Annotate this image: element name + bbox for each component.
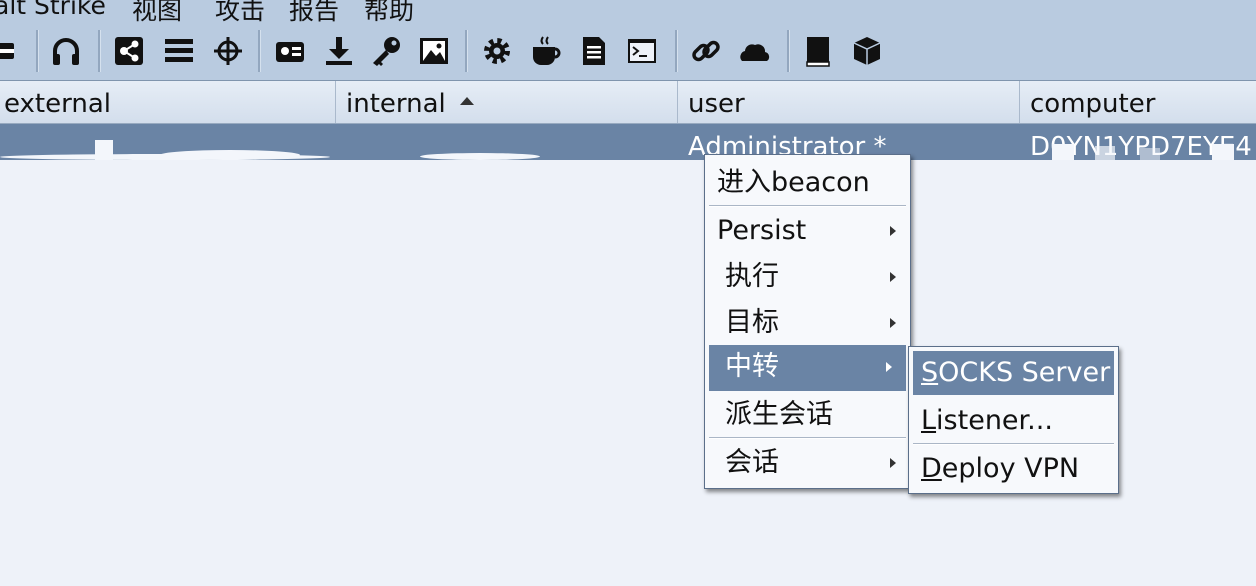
menu-help[interactable]: 帮助 bbox=[364, 0, 414, 22]
toolbar bbox=[0, 22, 1256, 81]
context-menu: 进入beacon Persist 执行 目标 中转 派生会话 会话 bbox=[704, 154, 911, 489]
menu-item-execute[interactable]: 执行 bbox=[705, 255, 910, 299]
disconnect-icon[interactable] bbox=[0, 34, 18, 68]
table-header: external internal user computer bbox=[0, 81, 1256, 124]
credentials-icon[interactable] bbox=[274, 34, 306, 68]
menu-item-explore[interactable]: 目标 bbox=[705, 301, 910, 345]
menu-item-pivoting[interactable]: 中转 bbox=[709, 345, 906, 391]
column-user[interactable]: user bbox=[678, 81, 1020, 123]
sort-ascending-icon bbox=[459, 97, 474, 105]
menu-item-spawn[interactable]: 派生会话 bbox=[705, 393, 910, 437]
menu-item-interact[interactable]: 进入beacon bbox=[705, 161, 910, 205]
column-internal[interactable]: internal bbox=[336, 81, 678, 123]
console-icon[interactable] bbox=[626, 34, 658, 68]
pivot-graph-icon[interactable] bbox=[113, 34, 145, 68]
menu-view[interactable]: 视图 bbox=[132, 0, 182, 22]
menu-item-socks-server[interactable]: SOCKS Server bbox=[913, 351, 1114, 395]
submenu-arrow-icon bbox=[890, 318, 896, 328]
column-computer[interactable]: computer bbox=[1020, 81, 1256, 123]
target-crosshair-icon[interactable] bbox=[212, 34, 244, 68]
download-icon[interactable] bbox=[323, 34, 355, 68]
key-icon[interactable] bbox=[370, 34, 402, 68]
menu-item-persist[interactable]: Persist bbox=[705, 209, 910, 253]
menu-item-session[interactable]: 会话 bbox=[705, 441, 910, 485]
submenu-arrow-icon bbox=[890, 226, 896, 236]
cube-icon[interactable] bbox=[851, 34, 883, 68]
document-icon[interactable] bbox=[578, 34, 610, 68]
session-table-icon[interactable] bbox=[163, 34, 195, 68]
link-icon[interactable] bbox=[690, 34, 722, 68]
cloud-icon[interactable] bbox=[738, 34, 770, 68]
book-icon[interactable] bbox=[802, 34, 834, 68]
screenshot-icon[interactable] bbox=[418, 34, 450, 68]
menu-attacks[interactable]: 攻击 bbox=[215, 0, 265, 22]
headphones-icon[interactable] bbox=[50, 34, 82, 68]
pivoting-submenu: SOCKS Server Listener... Deploy VPN bbox=[908, 346, 1119, 494]
menu-reporting[interactable]: 报告 bbox=[289, 0, 339, 22]
column-external[interactable]: external bbox=[0, 81, 336, 123]
coffee-cup-icon[interactable] bbox=[530, 34, 562, 68]
submenu-arrow-icon bbox=[890, 272, 896, 282]
submenu-arrow-icon bbox=[890, 458, 896, 468]
menu-item-listener[interactable]: Listener... bbox=[909, 399, 1118, 443]
gear-icon[interactable] bbox=[481, 34, 513, 68]
submenu-arrow-icon bbox=[886, 362, 892, 372]
menu-bar: alt Strike 视图 攻击 报告 帮助 bbox=[0, 0, 1256, 22]
menu-item-deploy-vpn[interactable]: Deploy VPN bbox=[909, 447, 1118, 491]
menu-cobalt-strike[interactable]: alt Strike bbox=[0, 0, 106, 20]
table-row[interactable]: Administrator * D0YN1YPD7EYE4 bbox=[0, 124, 1256, 160]
